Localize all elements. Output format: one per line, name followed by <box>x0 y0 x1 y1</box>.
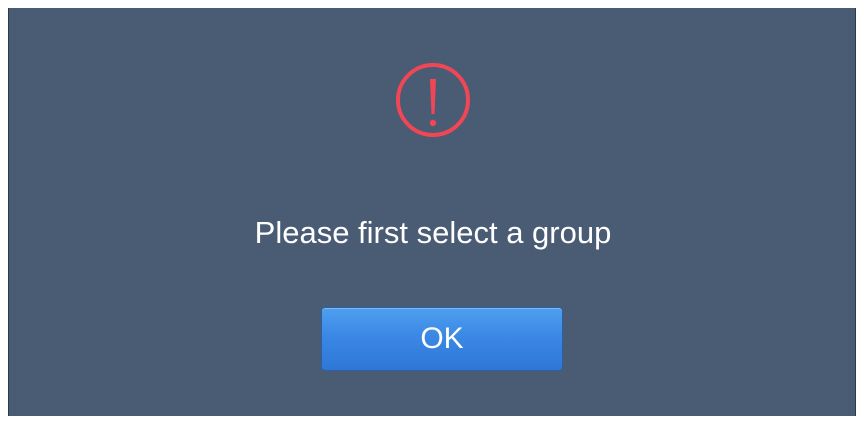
dialog-message: Please first select a group <box>254 215 612 250</box>
alert-dialog: Please first select a group OK <box>8 8 856 416</box>
exclamation-circle-icon <box>396 63 470 137</box>
ok-button[interactable]: OK <box>321 307 563 371</box>
